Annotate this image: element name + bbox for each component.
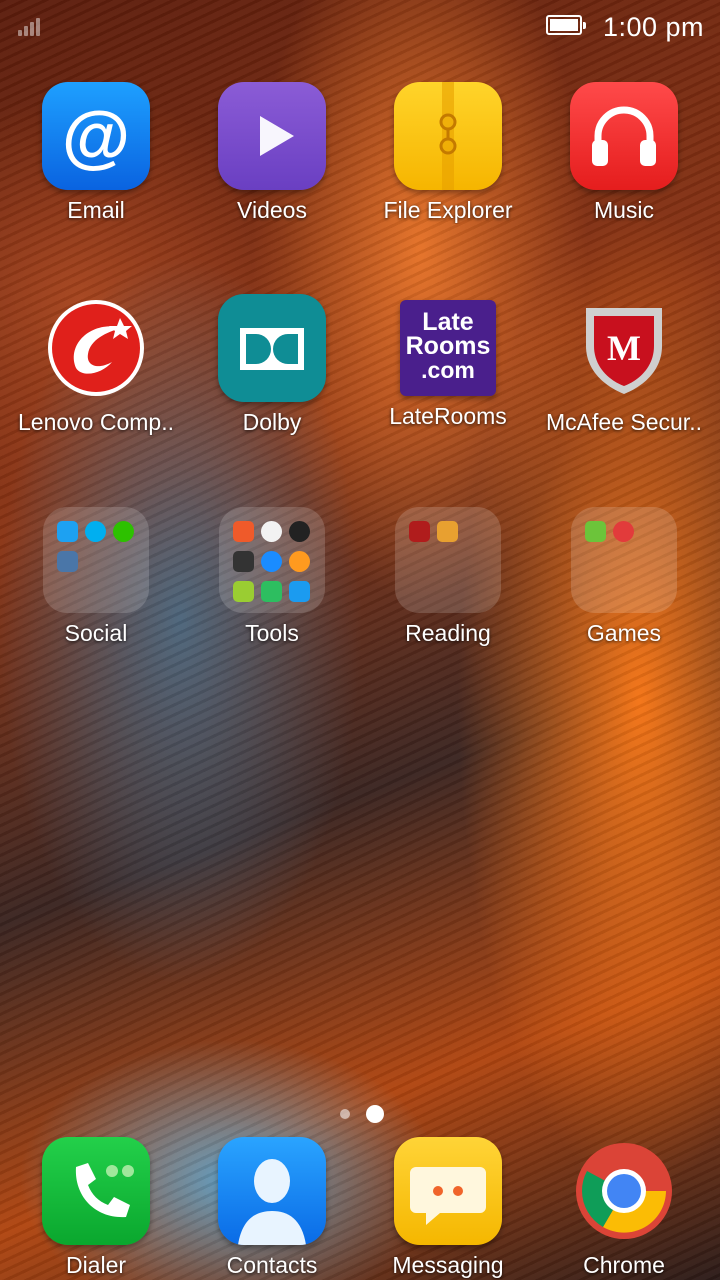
flipboard-icon [233, 581, 254, 602]
headphones-icon [570, 82, 678, 190]
folder-label: Tools [245, 620, 299, 646]
status-bar: 1:00 pm [0, 0, 720, 52]
app-label: Lenovo Comp.. [18, 409, 174, 435]
message-bubble-icon [394, 1137, 502, 1245]
compass-icon [261, 551, 282, 572]
mcafee-shield-icon: M [570, 294, 678, 402]
app-label: Messaging [392, 1252, 504, 1278]
book-icon [409, 521, 430, 542]
page-dot[interactable] [340, 1109, 350, 1119]
svg-text:M: M [607, 328, 641, 368]
evernote-icon [261, 581, 282, 602]
dolby-icon [218, 294, 326, 402]
app-label: Dolby [242, 409, 302, 435]
app-label: Email [67, 197, 125, 223]
app-label: File Explorer [383, 197, 513, 223]
app-dolby[interactable]: Dolby [184, 294, 360, 436]
page-indicator [0, 1104, 720, 1124]
app-label: LateRooms [389, 403, 507, 429]
app-label: McAfee Secur.. [546, 409, 702, 435]
folder-icon [395, 507, 501, 613]
app-label: Videos [237, 197, 307, 223]
gamestore-icon [613, 521, 634, 542]
vk-icon [57, 551, 78, 572]
dock-dialer[interactable]: Dialer [8, 1137, 184, 1279]
flashlight-icon [233, 551, 254, 572]
laterooms-icon: Late Rooms .com [400, 300, 496, 396]
twitter-icon [57, 521, 78, 542]
truecaller-icon [289, 581, 310, 602]
folder-label: Reading [405, 620, 491, 646]
skype-icon [85, 521, 106, 542]
app-mcafee[interactable]: M McAfee Secur.. [536, 294, 712, 436]
frog-game-icon [585, 521, 606, 542]
chrome-icon [570, 1137, 678, 1245]
folder-games[interactable]: Games [536, 507, 712, 647]
dock-contacts[interactable]: Contacts [184, 1137, 360, 1279]
battery-icon [546, 15, 586, 35]
folder-label: Games [586, 620, 662, 646]
app-label: Music [593, 197, 655, 223]
folder-icon [219, 507, 325, 613]
folder-icon [571, 507, 677, 613]
clock: 1:00 pm [602, 12, 704, 42]
signal-icon [18, 18, 44, 36]
wechat-icon [113, 521, 134, 542]
app-label: Dialer [65, 1252, 127, 1278]
play-icon [218, 82, 326, 190]
folder-tools[interactable]: Tools [184, 507, 360, 647]
contact-person-icon [218, 1137, 326, 1245]
dock-messaging[interactable]: Messaging [360, 1137, 536, 1279]
app-music[interactable]: Music [536, 82, 712, 224]
app-lenovo-companion[interactable]: Lenovo Comp.. [8, 294, 184, 436]
app-label: Chrome [583, 1252, 665, 1278]
clock-icon [289, 521, 310, 542]
dock-chrome[interactable]: Chrome [536, 1137, 712, 1279]
robot-icon [261, 521, 282, 542]
phone-icon [42, 1137, 150, 1245]
lenovo-companion-icon [42, 294, 150, 402]
folder-label: Social [64, 620, 128, 646]
email-at-icon: @ [42, 82, 150, 190]
app-file-explorer[interactable]: File Explorer [360, 82, 536, 224]
reader-icon [437, 521, 458, 542]
app-label: Contacts [226, 1252, 318, 1278]
page-dot-active[interactable] [366, 1105, 384, 1123]
folder-reading[interactable]: Reading [360, 507, 536, 647]
app-laterooms[interactable]: Late Rooms .com LateRooms [360, 294, 536, 430]
app-email[interactable]: @ Email [8, 82, 184, 224]
folder-clip-icon [394, 82, 502, 190]
calculator-icon [233, 521, 254, 542]
folder-social[interactable]: Social [8, 507, 184, 647]
app-videos[interactable]: Videos [184, 82, 360, 224]
uc-browser-icon [289, 551, 310, 572]
folder-icon [43, 507, 149, 613]
